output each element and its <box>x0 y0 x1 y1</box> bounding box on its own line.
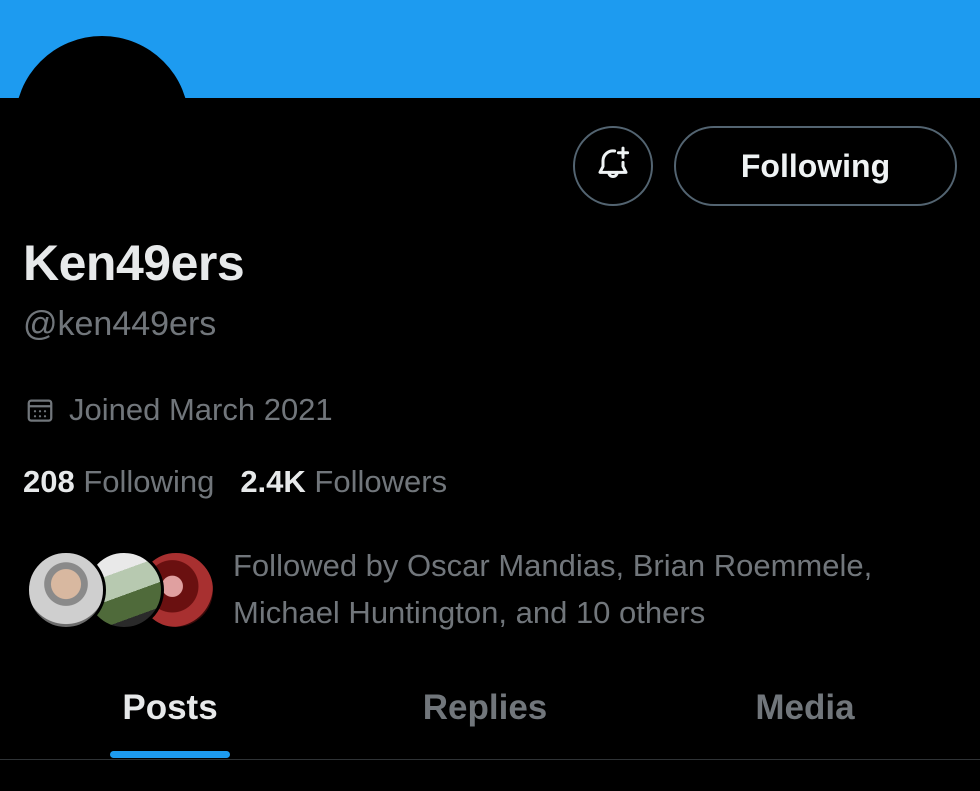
profile-tabs: Posts Replies Media <box>0 658 980 760</box>
following-count: 208 <box>23 464 75 499</box>
following-button[interactable]: Following <box>674 126 957 206</box>
display-name: Ken49ers <box>23 235 245 291</box>
active-tab-indicator <box>110 751 230 758</box>
following-stat[interactable]: 208 Following <box>23 464 214 500</box>
profile-stats: 208 Following 2.4K Followers <box>23 464 447 500</box>
joined-date: Joined March 2021 <box>25 392 333 428</box>
profile-avatar[interactable] <box>15 36 189 210</box>
notifications-button[interactable] <box>573 126 653 206</box>
followers-you-know[interactable]: Followed by Oscar Mandias, Brian Roemmel… <box>26 542 872 634</box>
tab-posts[interactable]: Posts <box>70 658 270 758</box>
followers-stat[interactable]: 2.4K Followers <box>240 464 447 500</box>
followed-by-text: Followed by Oscar Mandias, Brian Roemmel… <box>233 548 873 630</box>
followers-label: Followers <box>314 464 448 499</box>
mutual-avatar <box>26 550 106 630</box>
followers-count: 2.4K <box>240 464 306 499</box>
bell-plus-icon <box>593 144 633 189</box>
tab-media[interactable]: Media <box>705 658 905 758</box>
joined-text: Joined March 2021 <box>69 392 333 427</box>
calendar-icon <box>25 394 57 426</box>
user-handle: @ken449ers <box>23 305 217 343</box>
following-label: Following <box>83 464 215 499</box>
mutual-avatars <box>26 542 216 634</box>
tab-replies[interactable]: Replies <box>385 658 585 758</box>
